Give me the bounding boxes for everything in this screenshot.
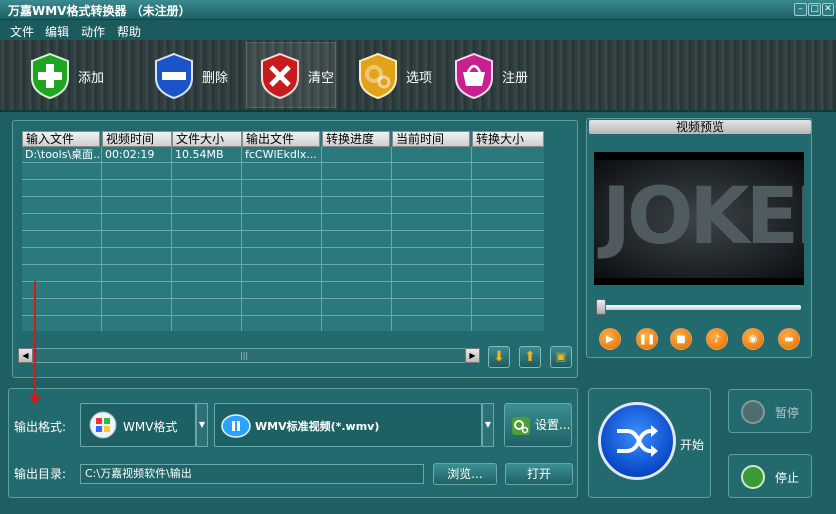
menu-file[interactable]: 文件 [10,23,34,40]
arrow-up-icon: ⬆ [524,349,536,365]
table-row[interactable]: D:\tools\桌面... 00:02:19 10.54MB fcCWlEkd… [22,147,544,163]
preset-value: WMV标准视频(*.wmv) [255,420,380,433]
add-icon [31,52,69,100]
col-header-converted-size[interactable]: 转换大小 [472,131,544,147]
annotation-arrow-head [29,395,41,405]
wmv-logo-icon [221,414,251,438]
browse-button[interactable]: 浏览... [433,463,497,485]
video-preview: JOKER [594,152,804,285]
settings-label: 设置... [535,418,571,432]
max-icon[interactable]: □ [808,3,821,16]
start-label: 开始 [680,438,705,452]
preview-title: 视频预览 [589,120,811,134]
folder-icon[interactable]: ▬ [778,328,800,350]
clear-icon [261,52,299,100]
menu-action[interactable]: 动作 [81,23,105,40]
output-format-label: 输出格式: [14,420,67,434]
settings-button[interactable]: 设置... [504,403,572,447]
move-down-button[interactable]: ⬇ [488,346,510,368]
preset-select[interactable]: WMV标准视频(*.wmv) [214,403,482,447]
add-button[interactable]: 添加 [28,48,104,104]
register-button[interactable]: 注册 [452,48,528,104]
stop-button[interactable]: 停止 [728,454,812,498]
file-table[interactable]: 输入文件 视频时间 文件大小 输出文件 转换进度 当前时间 转换大小 D:\to… [22,131,544,331]
col-header-input[interactable]: 输入文件 [22,131,100,147]
format-dropdown-icon[interactable]: ▼ [196,403,208,447]
folder-gear-icon: ▣ [555,350,567,363]
options-button[interactable]: 选项 [356,48,432,104]
video-frame: JOKER [594,160,804,278]
scroll-right-icon[interactable]: ▶ [465,348,480,363]
arrow-down-icon: ⬇ [493,349,505,365]
clear-button[interactable]: 清空 [258,48,334,104]
snapshot-icon[interactable]: ◉ [742,328,764,350]
shuffle-icon [617,425,658,457]
col-header-duration[interactable]: 视频时间 [102,131,172,147]
horizontal-scrollbar[interactable] [22,348,480,363]
start-button[interactable] [598,402,676,480]
volume-icon[interactable]: ♪ [706,328,728,350]
delete-button[interactable]: 删除 [152,48,228,104]
col-header-progress[interactable]: 转换进度 [322,131,390,147]
output-folder-button[interactable]: ▣ [550,346,572,368]
pause-circle-icon [741,400,765,424]
scroll-left-icon[interactable]: ◀ [18,348,33,363]
gear-icon [512,417,530,435]
basket-icon [455,52,493,100]
open-button[interactable]: 打开 [505,463,573,485]
col-header-current-time[interactable]: 当前时间 [392,131,470,147]
cell-output-file: fcCWlEkdlx... [245,148,317,161]
preset-dropdown-icon[interactable]: ▼ [482,403,494,447]
pause-icon[interactable]: ❚❚ [636,328,658,350]
format-value: WMV格式 [123,420,178,434]
video-title-text: JOKER [602,172,804,262]
pause-label: 暂停 [775,406,800,420]
delete-icon [155,52,193,100]
register-label: 注册 [502,70,529,86]
gear-icon [359,52,397,100]
windows-logo-icon [89,411,117,439]
close-icon[interactable]: ✕ [822,3,834,16]
stop-circle-icon [741,465,765,489]
seek-handle[interactable] [596,299,606,315]
output-dir-input[interactable]: C:\万嘉视频软件\输出 [80,464,424,484]
cell-duration: 00:02:19 [105,148,155,161]
col-header-output[interactable]: 输出文件 [242,131,320,147]
menu-edit[interactable]: 编辑 [45,23,69,40]
move-up-button[interactable]: ⬆ [519,346,541,368]
seek-bar[interactable] [598,305,801,310]
pause-button[interactable]: 暂停 [728,389,812,433]
play-icon[interactable]: ▶ [599,328,621,350]
output-dir-label: 输出目录: [14,467,67,481]
format-select[interactable]: WMV格式 [80,403,196,447]
stop-icon[interactable]: ■ [670,328,692,350]
window-title: 万嘉WMV格式转换器 （未注册） [8,4,191,18]
options-label: 选项 [406,70,433,86]
cell-size: 10.54MB [175,148,224,161]
delete-label: 删除 [202,70,229,86]
scroll-grip: ||| [240,351,249,360]
add-label: 添加 [78,70,105,86]
stop-label: 停止 [775,471,800,485]
col-header-size[interactable]: 文件大小 [172,131,242,147]
cell-input-file: D:\tools\桌面... [25,148,101,161]
clear-label: 清空 [308,70,335,86]
annotation-arrow [34,281,36,399]
min-icon[interactable]: – [794,3,807,16]
menu-help[interactable]: 帮助 [117,23,141,40]
